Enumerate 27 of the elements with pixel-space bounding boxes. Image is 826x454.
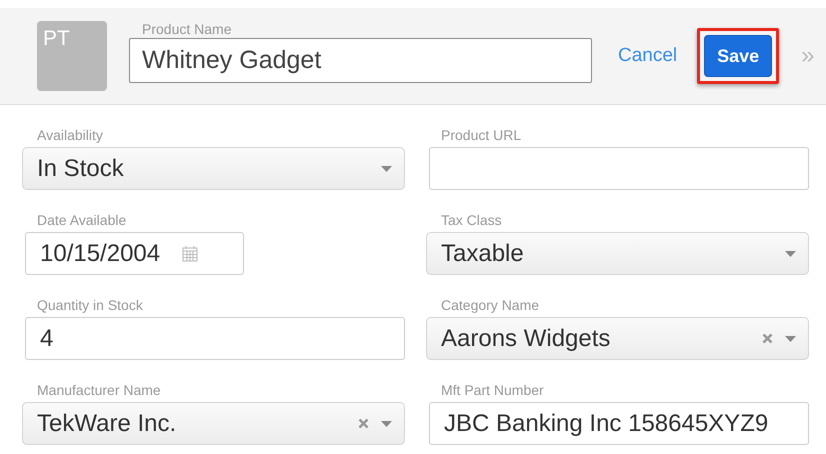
text-field[interactable] <box>429 147 809 190</box>
caret-icon <box>785 250 796 256</box>
caret-icon <box>381 166 392 172</box>
text-field[interactable]: 4 <box>25 317 405 360</box>
calendar-icon[interactable] <box>182 245 198 262</box>
field-label: Availability <box>37 127 104 144</box>
product-name-field[interactable]: Whitney Gadget <box>129 38 592 83</box>
clear-icon[interactable] <box>358 418 369 429</box>
avatar-initials: PT <box>37 21 107 91</box>
field-label: Manufacturer Name <box>37 382 162 399</box>
save-button[interactable]: Save <box>704 35 772 77</box>
caret-icon <box>785 336 796 342</box>
dropdown[interactable]: Aarons Widgets <box>426 317 809 360</box>
field-label: Quantity in Stock <box>37 297 144 314</box>
field-label: Product URL <box>441 127 522 144</box>
dropdown[interactable]: In Stock <box>22 147 405 190</box>
field-label: Category Name <box>441 297 540 314</box>
field-label: Date Available <box>37 212 128 229</box>
text-field[interactable]: JBC Banking Inc 158645XYZ9 <box>429 402 809 445</box>
clear-icon[interactable] <box>762 333 773 344</box>
dropdown[interactable]: Taxable <box>426 232 809 275</box>
date-field[interactable]: 10/15/2004 <box>25 232 244 275</box>
field-label: Tax Class <box>441 212 503 229</box>
dropdown[interactable]: TekWare Inc. <box>22 402 405 445</box>
field-label: Product Name <box>142 21 232 37</box>
caret-icon <box>381 420 392 426</box>
field-label: Mft Part Number <box>441 382 545 399</box>
